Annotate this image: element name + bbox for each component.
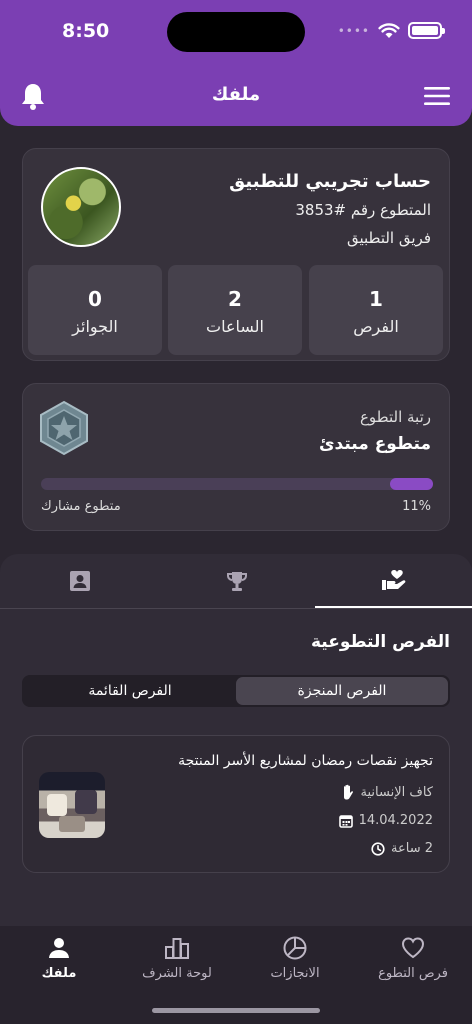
stat-label: الجوائز bbox=[72, 317, 118, 336]
stat-awards: 0 الجوائز bbox=[28, 265, 162, 355]
nav-volunteer-opportunities[interactable]: فرص التطوع bbox=[354, 934, 472, 981]
opportunities-title: الفرص التطوعية bbox=[310, 632, 450, 652]
wifi-icon bbox=[378, 22, 400, 38]
home-indicator bbox=[152, 1008, 320, 1013]
tab-bar bbox=[0, 554, 472, 609]
volunteer-hand-heart-icon bbox=[381, 570, 405, 590]
stat-opportunities: 1 الفرص bbox=[309, 265, 443, 355]
page-title: ملفك bbox=[211, 84, 261, 105]
person-icon bbox=[49, 938, 69, 958]
hand-icon bbox=[343, 784, 353, 800]
tab-divider bbox=[0, 608, 472, 609]
leaderboard-icon bbox=[165, 938, 189, 959]
nav-label: لوحة الشرف bbox=[142, 966, 212, 981]
hours-row: 2 ساعة bbox=[371, 841, 433, 856]
opportunity-card[interactable]: تجهيز نقصات رمضان لمشاريع الأسر المنتجة … bbox=[22, 735, 450, 873]
segment-completed[interactable]: الفرص المنجزة bbox=[236, 677, 448, 705]
progress-percent: 11% bbox=[402, 499, 431, 514]
calendar-icon bbox=[338, 814, 353, 828]
team-name: فريق التطبيق bbox=[346, 229, 431, 247]
rank-label: رتبة التطوع bbox=[359, 408, 431, 426]
date-row: 14.04.2022 bbox=[338, 813, 433, 828]
nav-leaderboard[interactable]: لوحة الشرف bbox=[118, 934, 236, 981]
opportunities-segmented-control: الفرص المنجزة الفرص القائمة bbox=[22, 675, 450, 707]
nav-label: فرص التطوع bbox=[378, 966, 448, 981]
opportunity-title: تجهيز نقصات رمضان لمشاريع الأسر المنتجة bbox=[178, 753, 433, 769]
nav-profile[interactable]: ملفك bbox=[0, 934, 118, 981]
opportunity-date: 14.04.2022 bbox=[358, 813, 433, 828]
stat-label: الفرص bbox=[353, 317, 399, 336]
nav-label: ملفك bbox=[41, 966, 77, 981]
heart-icon bbox=[401, 937, 425, 959]
profile-card: حساب تجريبي للتطبيق المتطوع رقم #3853 فر… bbox=[22, 148, 450, 361]
stat-label: الساعات bbox=[206, 317, 264, 336]
status-time: 8:50 bbox=[62, 20, 110, 42]
stat-hours: 2 الساعات bbox=[168, 265, 302, 355]
opportunity-thumbnail bbox=[39, 772, 105, 838]
trophy-icon bbox=[226, 572, 247, 591]
nav-label: الانجازات bbox=[270, 966, 320, 981]
tab-volunteer[interactable] bbox=[315, 554, 472, 608]
top-header: 8:50 •••• ملفك bbox=[0, 0, 472, 126]
profile-name: حساب تجريبي للتطبيق bbox=[229, 171, 431, 192]
organization-row: كاف الإنسانية bbox=[341, 784, 433, 800]
rank-progress-bar bbox=[41, 478, 433, 490]
organization-name: كاف الإنسانية bbox=[360, 784, 433, 800]
next-rank-label: متطوع مشارك bbox=[41, 499, 121, 514]
rank-value: متطوع مبتدئ bbox=[318, 434, 431, 454]
clock-icon bbox=[371, 841, 385, 856]
dynamic-island bbox=[167, 12, 305, 52]
rank-card: رتبة التطوع متطوع مبتدئ 11% متطوع مشارك bbox=[22, 383, 450, 531]
tab-awards[interactable] bbox=[158, 554, 315, 608]
tab-profile-info[interactable] bbox=[1, 554, 158, 608]
nav-achievements[interactable]: الانجازات bbox=[236, 934, 354, 981]
avatar[interactable] bbox=[41, 167, 121, 247]
battery-icon bbox=[408, 22, 445, 39]
rank-progress-fill bbox=[389, 478, 433, 490]
pie-chart-icon bbox=[283, 936, 307, 960]
segment-current[interactable]: الفرص القائمة bbox=[24, 677, 236, 705]
rank-badge-icon bbox=[40, 400, 88, 456]
status-icons: •••• bbox=[337, 22, 445, 39]
hamburger-icon[interactable] bbox=[424, 86, 450, 106]
stat-value: 2 bbox=[228, 287, 242, 311]
stat-value: 0 bbox=[88, 287, 102, 311]
opportunity-hours: 2 ساعة bbox=[391, 841, 433, 856]
signal-dots: •••• bbox=[337, 23, 370, 38]
contact-card-icon bbox=[69, 571, 90, 591]
volunteer-number: المتطوع رقم #3853 bbox=[295, 201, 431, 219]
stat-value: 1 bbox=[369, 287, 383, 311]
